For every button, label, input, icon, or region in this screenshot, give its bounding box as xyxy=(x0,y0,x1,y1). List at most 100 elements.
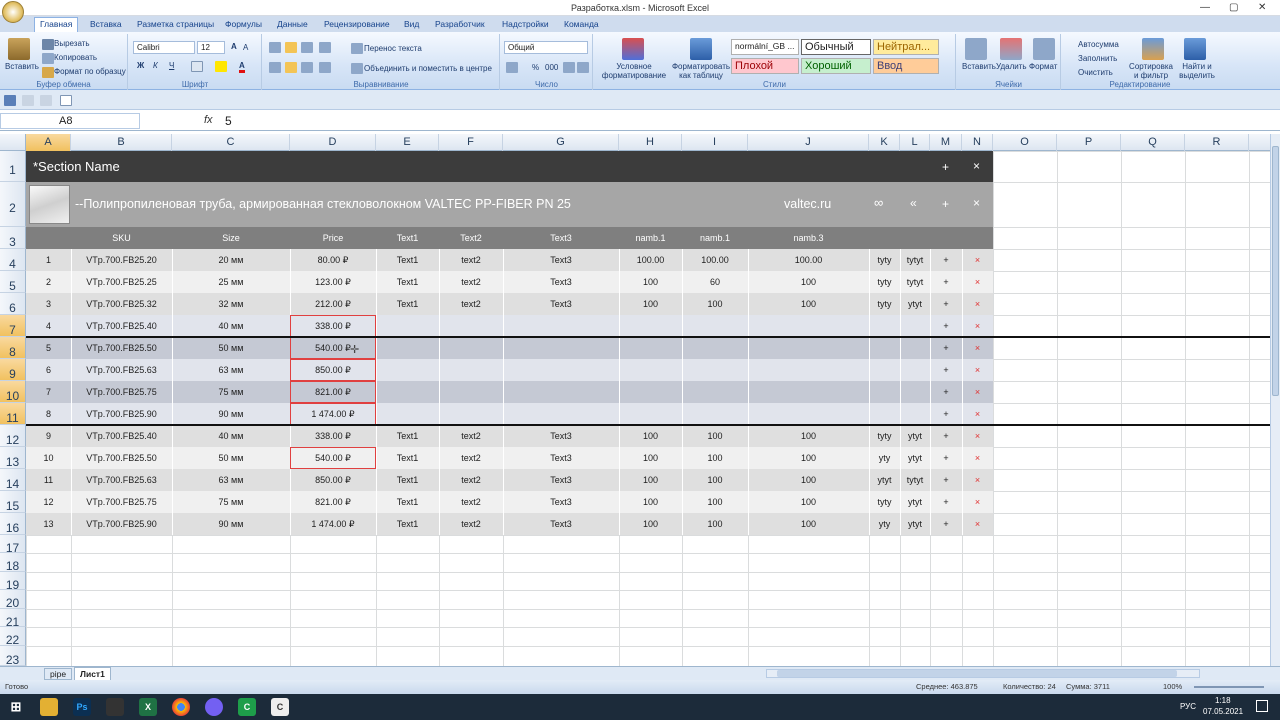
row-header-1[interactable]: 1 xyxy=(0,151,26,182)
horizontal-scrollbar[interactable] xyxy=(766,669,1200,678)
column-header-b[interactable]: B xyxy=(71,134,172,151)
row-delete-button[interactable]: × xyxy=(962,315,993,337)
product-brand-link[interactable]: valtec.ru xyxy=(784,197,831,211)
italic-button[interactable]: К xyxy=(153,61,158,70)
paste-icon[interactable] xyxy=(8,38,30,60)
row-delete-button[interactable]: × xyxy=(962,469,993,491)
column-header-m[interactable]: M xyxy=(930,134,962,151)
excel-icon[interactable]: X xyxy=(139,698,157,716)
delete-cells-icon[interactable] xyxy=(1000,38,1022,60)
fx-icon[interactable]: fx xyxy=(204,114,213,126)
align-middle-icon[interactable] xyxy=(285,42,297,53)
product-collapse-button[interactable]: « xyxy=(910,196,917,210)
style-normal[interactable]: Обычный xyxy=(801,39,871,55)
status-zoom[interactable]: 100% xyxy=(1163,682,1182,691)
select-all-corner[interactable] xyxy=(0,134,26,151)
row-header-3[interactable]: 3 xyxy=(0,227,26,249)
row-add-button[interactable]: + xyxy=(930,315,962,337)
windows-start-icon[interactable]: ⊞ xyxy=(7,698,25,716)
save-icon[interactable] xyxy=(4,95,16,106)
column-header-l[interactable]: L xyxy=(900,134,930,151)
column-header-i[interactable]: I xyxy=(682,134,748,151)
h-scroll-thumb[interactable] xyxy=(777,670,1177,677)
row-delete-button[interactable]: × xyxy=(962,403,993,425)
align-center-icon[interactable] xyxy=(285,62,297,73)
scroll-thumb[interactable] xyxy=(1272,146,1279,396)
row-add-button[interactable]: + xyxy=(930,381,962,403)
row-add-button[interactable]: + xyxy=(930,359,962,381)
underline-button[interactable]: Ч xyxy=(169,61,174,70)
wrap-text-button[interactable]: Перенос текста xyxy=(364,44,422,53)
name-box[interactable]: A8 xyxy=(0,113,140,129)
fill-color-icon[interactable] xyxy=(215,61,227,72)
maximize-button[interactable]: ▢ xyxy=(1229,2,1238,13)
align-left-icon[interactable] xyxy=(269,62,281,73)
row-add-button[interactable]: + xyxy=(930,249,962,271)
delete-cells-button[interactable]: Удалить xyxy=(996,62,1027,71)
row-add-button[interactable]: + xyxy=(930,293,962,315)
thousands-button[interactable]: 000 xyxy=(545,63,558,72)
terminal-icon[interactable] xyxy=(106,698,124,716)
notifications-icon[interactable] xyxy=(1256,700,1268,712)
conditional-format-icon[interactable] xyxy=(622,38,644,60)
row-header-23[interactable]: 23 xyxy=(0,646,26,667)
row-header-7[interactable]: 7 xyxy=(0,315,26,337)
product-close-button[interactable]: × xyxy=(973,196,980,210)
indent-icon[interactable] xyxy=(319,62,331,73)
redo-icon[interactable] xyxy=(40,95,52,106)
align-right-icon[interactable] xyxy=(301,62,313,73)
grow-font-button[interactable]: A xyxy=(231,42,237,51)
cut-button[interactable]: Вырезать xyxy=(54,39,90,48)
orientation-icon[interactable] xyxy=(319,42,331,53)
style-bad[interactable]: Плохой xyxy=(731,58,799,74)
row-delete-button[interactable]: × xyxy=(962,293,993,315)
format-as-table-icon[interactable] xyxy=(690,38,712,60)
photoshop-icon[interactable]: Ps xyxy=(73,698,91,716)
merge-center-button[interactable]: Объединить и поместить в центре xyxy=(364,64,492,73)
row-delete-button[interactable]: × xyxy=(962,447,993,469)
product-add-button[interactable]: + xyxy=(942,197,949,211)
row-header-6[interactable]: 6 xyxy=(0,293,26,315)
insert-cells-button[interactable]: Вставить xyxy=(962,62,996,71)
row-delete-button[interactable]: × xyxy=(962,491,993,513)
row-add-button[interactable]: + xyxy=(930,513,962,535)
format-as-table-button[interactable]: Форматировать как таблицу xyxy=(666,62,736,80)
app-white-icon[interactable]: C xyxy=(271,698,289,716)
fill-button[interactable]: Заполнить xyxy=(1078,54,1117,63)
product-link-icon[interactable]: ∞ xyxy=(874,195,883,210)
sheet-tab-list1[interactable]: Лист1 xyxy=(74,667,111,681)
spreadsheet-grid[interactable]: *Section Name + × --Полипропиленовая труба,… xyxy=(26,151,1270,666)
bold-button[interactable]: Ж xyxy=(137,61,144,70)
decrease-decimal-icon[interactable] xyxy=(577,62,589,73)
app-green-icon[interactable]: C xyxy=(238,698,256,716)
column-header-a[interactable]: A xyxy=(26,134,71,151)
tab-ribbon-8[interactable]: Надстройки xyxy=(497,18,554,30)
column-header-p[interactable]: P xyxy=(1057,134,1121,151)
office-button[interactable] xyxy=(2,1,24,23)
row-header-12[interactable]: 12 xyxy=(0,425,26,447)
row-add-button[interactable]: + xyxy=(930,447,962,469)
font-color-button[interactable]: A xyxy=(239,61,245,73)
find-select-icon[interactable] xyxy=(1184,38,1206,60)
formula-input[interactable]: 5 xyxy=(225,114,232,128)
column-header-f[interactable]: F xyxy=(439,134,503,151)
column-header-g[interactable]: G xyxy=(503,134,619,151)
row-header-8[interactable]: 8 xyxy=(0,337,26,359)
column-header-h[interactable]: H xyxy=(619,134,682,151)
find-select-button[interactable]: Найти и выделить xyxy=(1176,62,1218,80)
increase-decimal-icon[interactable] xyxy=(563,62,575,73)
vertical-scrollbar[interactable] xyxy=(1270,134,1280,666)
tab-ribbon-4[interactable]: Данные xyxy=(272,18,313,30)
zoom-slider[interactable] xyxy=(1194,686,1264,688)
row-delete-button[interactable]: × xyxy=(962,425,993,447)
sheet-tab-pipe[interactable]: pipe xyxy=(44,668,73,680)
column-header-j[interactable]: J xyxy=(748,134,869,151)
close-window-button[interactable]: ✕ xyxy=(1258,2,1266,13)
format-painter-button[interactable]: Формат по образцу xyxy=(54,67,126,76)
font-name-combo[interactable]: Calibri xyxy=(133,41,195,54)
paste-button[interactable]: Вставить xyxy=(5,62,39,71)
format-cells-icon[interactable] xyxy=(1033,38,1055,60)
row-delete-button[interactable]: × xyxy=(962,337,993,359)
minimize-button[interactable]: — xyxy=(1200,2,1210,13)
align-bottom-icon[interactable] xyxy=(301,42,313,53)
